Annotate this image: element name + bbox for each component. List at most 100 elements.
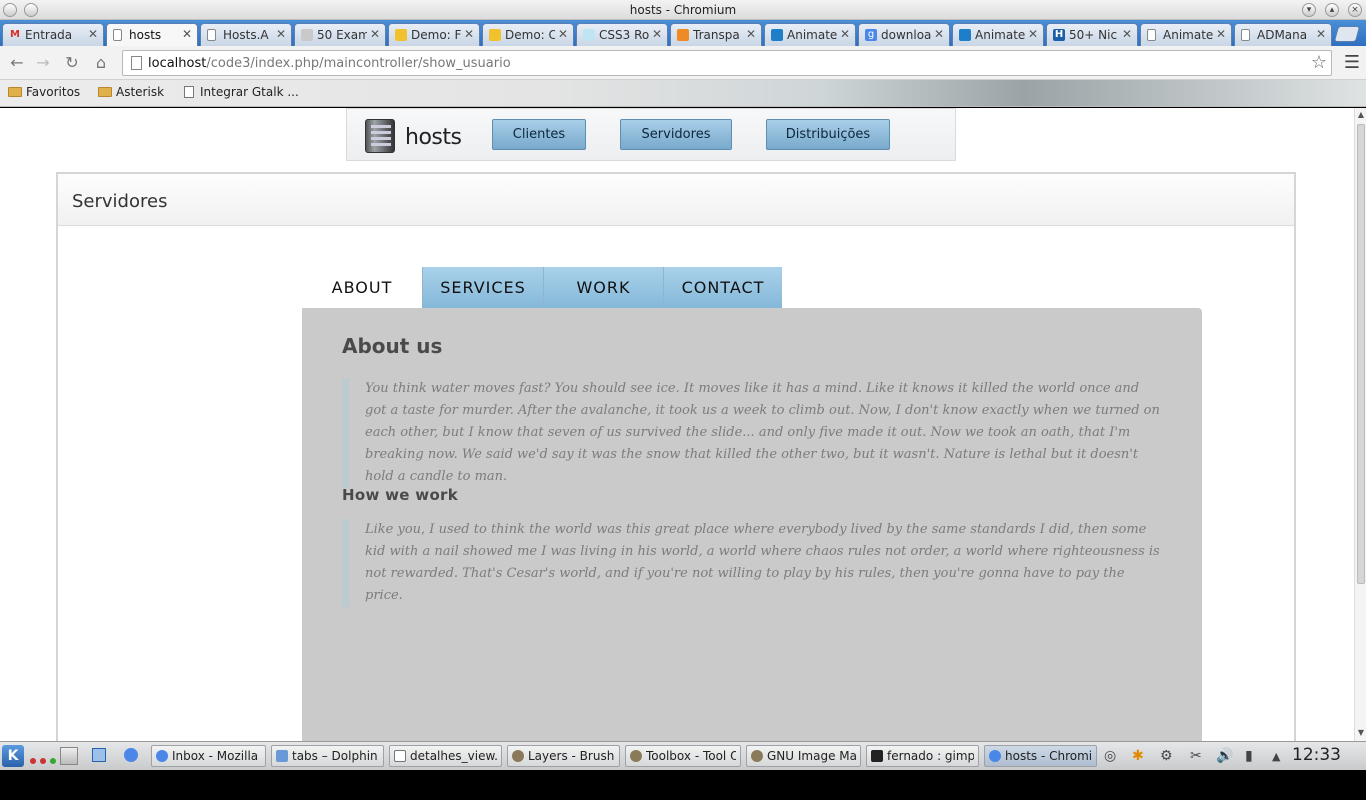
bookmark-star-icon[interactable]: ☆ [1311, 52, 1327, 73]
pager-icon[interactable] [60, 747, 78, 765]
browser-menu-icon[interactable]: ☰ [1344, 54, 1360, 72]
close-tab-icon[interactable]: ✕ [840, 27, 850, 41]
site-icon [489, 29, 501, 41]
bookmark-folder-favoritos[interactable]: Favoritos [8, 85, 80, 99]
gmail-icon: M [10, 29, 20, 40]
notification-warning-icon[interactable]: ✱ [1132, 748, 1144, 764]
clock[interactable]: 12:33 [1292, 745, 1341, 765]
network-icon[interactable]: ◎ [1104, 748, 1116, 764]
close-tab-icon[interactable]: ✕ [88, 27, 98, 41]
browser-tab-strip: M Entrada ✕ hosts ✕ Hosts.A ✕ 50 Exam ✕ … [0, 20, 1366, 46]
site-icon [677, 29, 689, 41]
close-tab-icon[interactable]: ✕ [1122, 27, 1132, 41]
task-gimp-layers[interactable]: Layers - Brushe... [507, 745, 620, 767]
browser-launcher-icon[interactable] [124, 748, 138, 762]
servidores-panel: Servidores ABOUT SERVICES WORK CONTACT A… [56, 172, 1296, 741]
close-tab-icon[interactable]: ✕ [746, 27, 756, 41]
close-tab-icon[interactable]: ✕ [276, 27, 286, 41]
new-tab-button[interactable] [1333, 26, 1361, 42]
browser-tab[interactable]: CSS3 Ro ✕ [576, 23, 668, 46]
task-dolphin[interactable]: tabs – Dolphin [271, 745, 384, 767]
browser-tab-active[interactable]: hosts ✕ [106, 23, 198, 46]
browser-tab[interactable]: 50 Exam ✕ [294, 23, 386, 46]
close-tab-icon[interactable]: ✕ [1028, 27, 1038, 41]
close-tab-icon[interactable]: ✕ [1216, 27, 1226, 41]
site-logo-text[interactable]: hosts [405, 125, 462, 150]
folder-icon [98, 87, 112, 97]
browser-tab[interactable]: Demo: F ✕ [388, 23, 480, 46]
folder-icon [8, 87, 22, 97]
file-manager-launcher-icon[interactable] [92, 748, 106, 762]
minimize-icon[interactable]: ▾ [1302, 3, 1316, 17]
close-tab-icon[interactable]: ✕ [1316, 27, 1326, 41]
close-tab-icon[interactable]: ✕ [652, 27, 662, 41]
browser-tab[interactable]: Animate ✕ [1140, 23, 1232, 46]
browser-tab[interactable]: Animate ✕ [764, 23, 856, 46]
page-icon [207, 29, 216, 41]
page-viewport: hosts Clientes Servidores Distribuições … [0, 108, 1354, 741]
volume-icon[interactable]: 🔊 [1216, 748, 1233, 764]
home-icon[interactable]: ⌂ [92, 54, 110, 72]
tab-contact[interactable]: CONTACT [663, 267, 782, 308]
close-tab-icon[interactable]: ✕ [464, 27, 474, 41]
about-quote: You think water moves fast? You should s… [342, 378, 1162, 488]
tab-services[interactable]: SERVICES [422, 267, 543, 308]
nav-distribuicoes-button[interactable]: Distribuições [766, 119, 890, 150]
site-icon [771, 29, 783, 41]
dolphin-icon [276, 750, 288, 762]
close-tab-icon[interactable]: ✕ [370, 27, 380, 41]
kde-menu-icon[interactable]: K [2, 745, 24, 767]
back-icon[interactable]: ← [8, 54, 26, 72]
settings-gear-icon[interactable]: ⚙ [1160, 748, 1173, 764]
terminal-icon [871, 750, 883, 762]
close-tab-icon[interactable]: ✕ [934, 27, 944, 41]
browser-tab[interactable]: H 50+ Nic ✕ [1046, 23, 1138, 46]
page-icon [1241, 29, 1250, 41]
site-icon [959, 29, 971, 41]
page-scrollbar[interactable]: ▲ ▼ [1354, 108, 1366, 741]
battery-icon[interactable]: ▮ [1245, 748, 1253, 764]
browser-tab[interactable]: Animate ✕ [952, 23, 1044, 46]
gimp-icon [751, 750, 763, 762]
task-inbox-mozilla[interactable]: Inbox - Mozilla [151, 745, 266, 767]
chromium-icon [989, 750, 1001, 762]
document-icon [394, 750, 406, 762]
site-icon: H [1053, 29, 1065, 41]
nav-clientes-button[interactable]: Clientes [492, 119, 586, 150]
task-detalhes-view[interactable]: detalhes_view... [389, 745, 502, 767]
browser-tab[interactable]: M Entrada ✕ [2, 23, 104, 46]
activity-dots-icon[interactable] [30, 753, 56, 767]
task-gimp-main[interactable]: GNU Image Ma... [746, 745, 861, 767]
forward-icon[interactable]: → [34, 54, 52, 72]
browser-tab[interactable]: Hosts.A ✕ [200, 23, 292, 46]
browser-tab[interactable]: Demo: C ✕ [482, 23, 574, 46]
browser-tab[interactable]: g downloa ✕ [858, 23, 950, 46]
panel-heading: Servidores [58, 174, 1294, 226]
tab-work[interactable]: WORK [543, 267, 663, 308]
tray-expand-icon[interactable]: ▲ [1272, 750, 1280, 763]
page-info-icon[interactable] [131, 56, 142, 70]
reload-icon[interactable]: ↻ [63, 54, 81, 72]
browser-tab[interactable]: Transpa ✕ [670, 23, 762, 46]
url-text[interactable]: localhost/code3/index.php/maincontroller… [148, 56, 511, 71]
scroll-down-icon[interactable]: ▼ [1356, 728, 1366, 738]
close-tab-icon[interactable]: ✕ [182, 27, 192, 41]
klipper-scissors-icon[interactable]: ✂ [1190, 748, 1202, 764]
maximize-icon[interactable]: ▴ [1325, 3, 1339, 17]
bookmark-folder-asterisk[interactable]: Asterisk [98, 85, 164, 99]
close-tab-icon[interactable]: ✕ [558, 27, 568, 41]
how-we-work-quote: Like you, I used to think the world was … [342, 519, 1162, 607]
tab-about[interactable]: ABOUT [302, 267, 422, 308]
site-icon [583, 29, 595, 41]
scroll-up-icon[interactable]: ▲ [1356, 110, 1366, 120]
bookmark-integrar-gtalk[interactable]: Integrar Gtalk ... [184, 85, 299, 99]
nav-servidores-button[interactable]: Servidores [620, 119, 732, 150]
task-gimp-toolbox[interactable]: Toolbox - Tool O... [625, 745, 741, 767]
address-bar[interactable]: localhost/code3/index.php/maincontroller… [122, 50, 1332, 76]
task-terminal[interactable]: fernado : gimp [866, 745, 979, 767]
close-window-icon[interactable]: × [1348, 3, 1362, 17]
scrollbar-thumb[interactable] [1357, 124, 1365, 584]
browser-tab[interactable]: ADMana ✕ [1234, 23, 1332, 46]
task-chromium[interactable]: hosts - Chromi... [984, 745, 1097, 767]
site-header: hosts Clientes Servidores Distribuições [346, 108, 956, 161]
